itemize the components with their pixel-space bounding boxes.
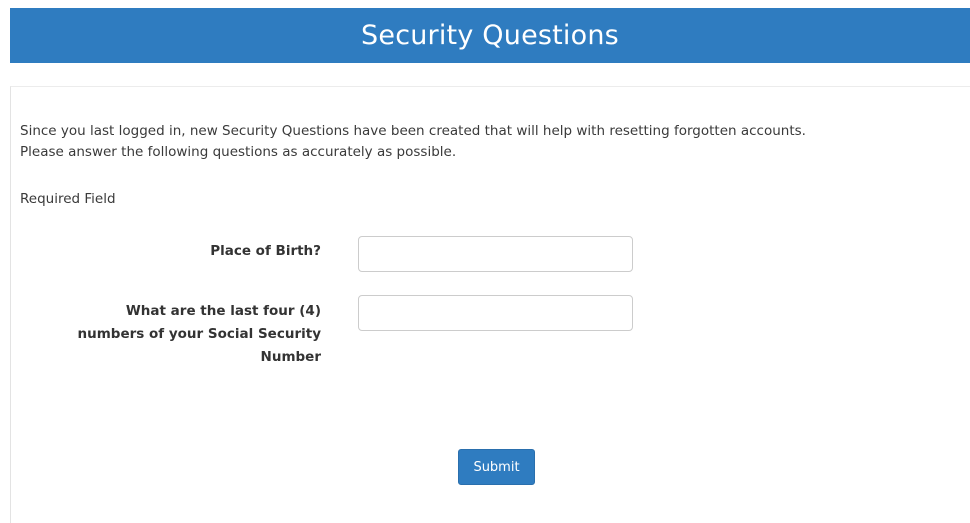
security-questions-panel: Since you last logged in, new Security Q… bbox=[10, 86, 970, 523]
submit-button[interactable]: Submit bbox=[458, 449, 535, 485]
intro-line-2: Please answer the following questions as… bbox=[20, 144, 457, 160]
ssn-label-line-3: Number bbox=[260, 349, 321, 365]
place-of-birth-input[interactable] bbox=[358, 236, 633, 272]
ssn-label-line-1: What are the last four (4) bbox=[125, 303, 321, 319]
page-title: Security Questions bbox=[361, 20, 619, 51]
ssn-last-four-input[interactable] bbox=[358, 295, 633, 331]
required-field-note: Required Field bbox=[20, 191, 116, 207]
intro-line-1: Since you last logged in, new Security Q… bbox=[20, 123, 806, 139]
ssn-last-four-label: What are the last four (4) numbers of yo… bbox=[11, 300, 322, 369]
place-of-birth-label-line: Place of Birth? bbox=[210, 243, 321, 259]
place-of-birth-label: Place of Birth? bbox=[11, 240, 321, 263]
intro-text: Since you last logged in, new Security Q… bbox=[20, 121, 970, 163]
ssn-label-line-2: numbers of your Social Security bbox=[77, 326, 322, 342]
page-header: Security Questions bbox=[10, 8, 970, 63]
